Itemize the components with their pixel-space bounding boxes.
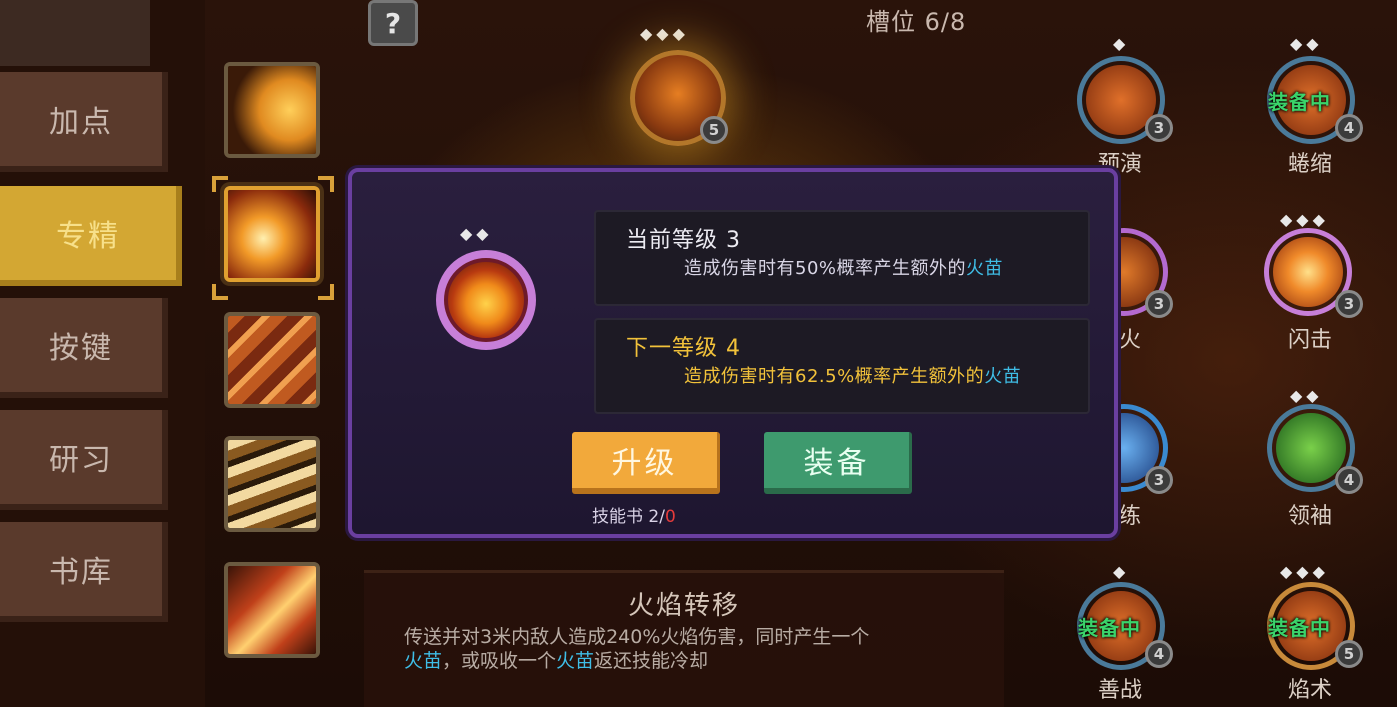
selection-corner <box>318 284 334 300</box>
equipped-tag: 装备中 <box>1078 616 1141 640</box>
top-skill-diamonds: ◆◆◆ <box>640 24 689 43</box>
top-skill-level-badge: 5 <box>700 116 728 144</box>
node-diamonds: ◆ <box>1113 34 1130 53</box>
node-diamonds: ◆◆ <box>1290 386 1323 405</box>
description-text: 返还技能冷却 <box>594 650 709 672</box>
flame-skill-icon <box>436 250 536 350</box>
node-diamonds: ◆◆ <box>1290 34 1323 53</box>
node-diamonds: ◆ <box>1113 562 1130 581</box>
node-level-badge: 5 <box>1335 640 1363 668</box>
node-level-badge: 4 <box>1145 640 1173 668</box>
node-label: 蜷缩 <box>1287 152 1332 177</box>
description-text: ，或吸收一个 <box>442 650 557 672</box>
modal-skill-diamonds: ◆◆ <box>460 224 493 243</box>
current-level-box: 当前等级 3 造成伤害时有50%概率产生额外的火苗 <box>594 210 1090 306</box>
node-diamonds: ◆◆◆ <box>1280 210 1329 229</box>
slot-counter: 槽位 6/8 <box>866 8 967 36</box>
menu-item-library[interactable]: 书库 <box>0 522 168 622</box>
current-level-desc: 造成伤害时有50%概率产生额外的火苗 <box>684 254 1003 280</box>
keyword-flame-sprout: 火苗 <box>966 258 1004 279</box>
skill-description-panel: 火焰转移 传送并对3米内敌人造成240%火焰伤害，同时产生一个 火苗，或吸收一个… <box>364 570 1004 707</box>
help-button[interactable]: ? <box>368 0 418 46</box>
book-count-owned: 0 <box>664 507 676 527</box>
skill-description: 传送并对3米内敌人造成240%火焰伤害，同时产生一个 火苗，或吸收一个火苗返还技… <box>404 625 984 673</box>
desc-text: 造成伤害时有50%概率产生额外的 <box>684 258 967 279</box>
keyword-flame-sprout: 火苗 <box>556 650 595 672</box>
skill-thumb-1[interactable] <box>224 62 320 158</box>
left-menu: 加点 专精 按键 研习 书库 <box>0 0 205 707</box>
node-label: 领袖 <box>1287 504 1332 529</box>
upgrade-button[interactable]: 升级 <box>572 432 720 494</box>
selection-corner <box>212 176 228 192</box>
keyword-flame-sprout: 火苗 <box>984 366 1022 387</box>
node-label: 闪击 <box>1287 328 1332 353</box>
node-label: 焰术 <box>1287 678 1332 703</box>
current-level-title: 当前等级 3 <box>626 228 741 253</box>
node-level-badge: 4 <box>1335 114 1363 142</box>
node-level-badge: 3 <box>1335 290 1363 318</box>
desc-text: 造成伤害时有62.5%概率产生额外的 <box>684 366 985 387</box>
book-count-label: 技能书 2/ <box>592 507 665 527</box>
skill-thumb-5[interactable] <box>224 562 320 658</box>
skill-book-count: 技能书 2/0 <box>592 502 676 527</box>
upgrade-dialog: ◆◆ 当前等级 3 造成伤害时有50%概率产生额外的火苗 下一等级 4 造成伤害… <box>348 168 1118 538</box>
selection-corner <box>318 176 334 192</box>
node-level-badge: 3 <box>1145 466 1173 494</box>
next-level-desc: 造成伤害时有62.5%概率产生额外的火苗 <box>684 362 1021 388</box>
menu-item-specialization[interactable]: 专精 <box>0 186 182 286</box>
menu-top-bar <box>0 0 150 66</box>
description-line: 火苗，或吸收一个火苗返还技能冷却 <box>404 649 984 673</box>
node-level-badge: 4 <box>1335 466 1363 494</box>
next-level-title: 下一等级 4 <box>626 336 741 361</box>
node-diamonds: ◆◆◆ <box>1280 562 1329 581</box>
equipped-tag: 装备中 <box>1268 90 1331 114</box>
description-line: 传送并对3米内敌人造成240%火焰伤害，同时产生一个 <box>404 626 870 648</box>
node-level-badge: 3 <box>1145 290 1173 318</box>
keyword-flame-sprout: 火苗 <box>404 650 443 672</box>
skill-thumb-2[interactable] <box>224 186 320 282</box>
menu-item-attributes[interactable]: 加点 <box>0 72 168 172</box>
node-level-badge: 3 <box>1145 114 1173 142</box>
node-label: 善战 <box>1097 678 1142 703</box>
selection-corner <box>212 284 228 300</box>
next-level-box: 下一等级 4 造成伤害时有62.5%概率产生额外的火苗 <box>594 318 1090 414</box>
skill-thumb-4[interactable] <box>224 436 320 532</box>
equipped-tag: 装备中 <box>1268 616 1331 640</box>
equip-button[interactable]: 装备 <box>764 432 912 494</box>
skill-title: 火焰转移 <box>627 591 740 621</box>
menu-item-keys[interactable]: 按键 <box>0 298 168 398</box>
skill-thumb-3[interactable] <box>224 312 320 408</box>
menu-item-study[interactable]: 研习 <box>0 410 168 510</box>
